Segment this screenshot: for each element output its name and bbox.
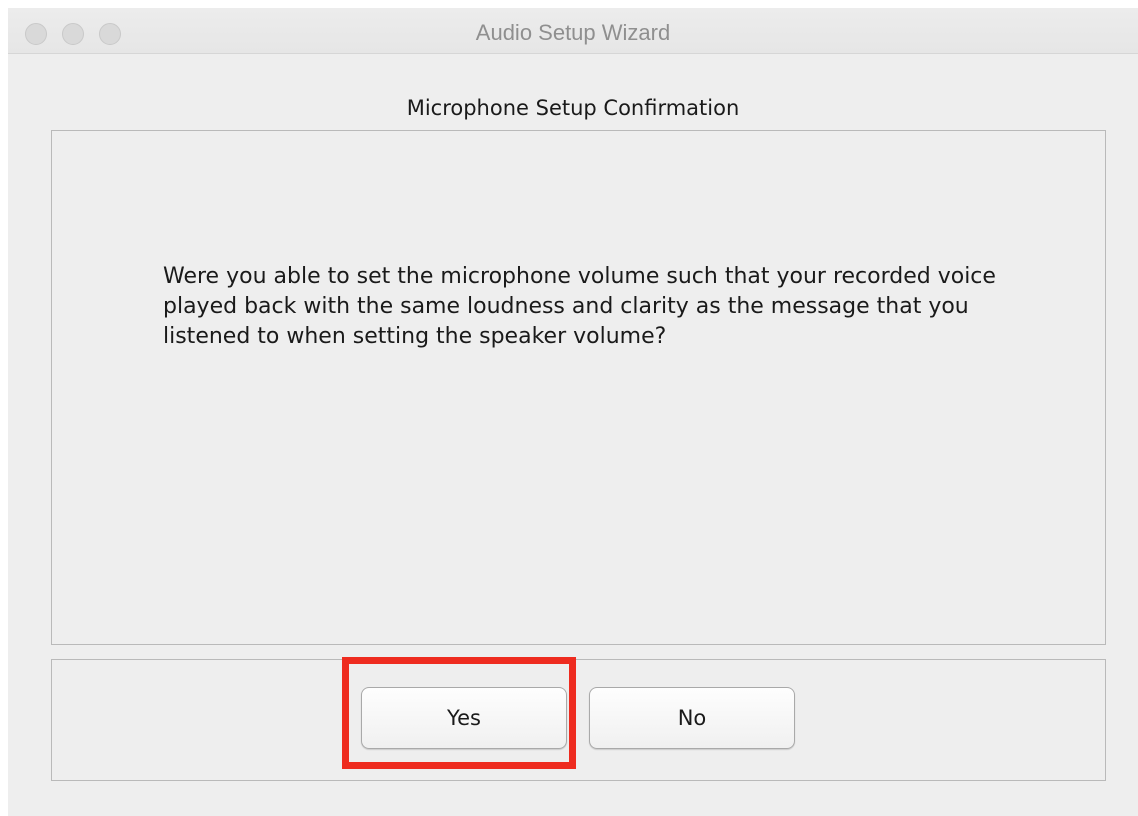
yes-button[interactable]: Yes: [361, 687, 567, 749]
title-bar: Audio Setup Wizard: [8, 8, 1138, 54]
window-title: Audio Setup Wizard: [475, 20, 671, 45]
section-title: Microphone Setup Confirmation: [406, 96, 740, 120]
audio-setup-wizard-window: Audio Setup Wizard Microphone Setup Conf…: [8, 8, 1138, 816]
confirmation-message: Were you able to set the microphone volu…: [163, 264, 996, 349]
no-button[interactable]: No: [589, 687, 795, 749]
button-panel: Yes No: [51, 659, 1106, 781]
message-panel: Were you able to set the microphone volu…: [51, 130, 1106, 645]
